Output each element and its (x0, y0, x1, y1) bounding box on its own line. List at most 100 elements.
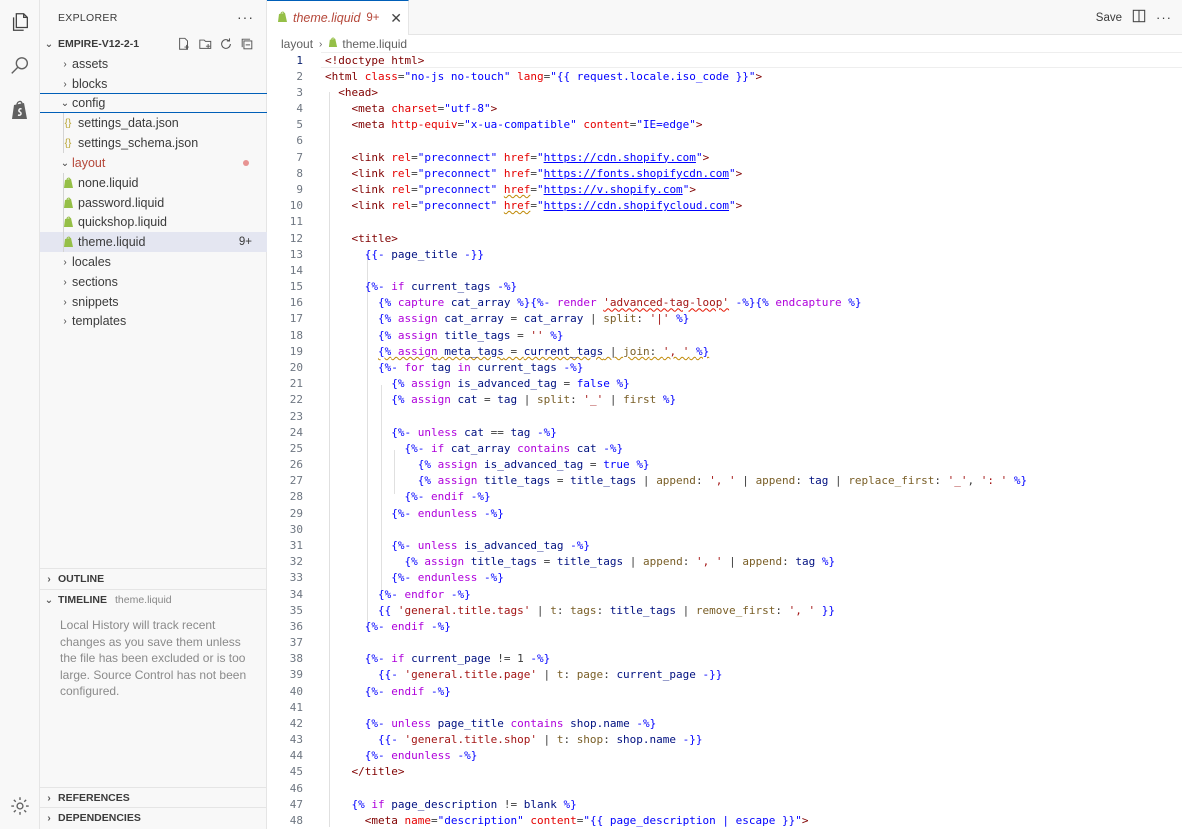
tree-file-settings-data[interactable]: {} settings_data.json (40, 113, 267, 133)
code-line-7[interactable]: 7 <link rel="preconnect" href="https://c… (267, 149, 1182, 165)
chevron-right-icon: › (63, 315, 67, 327)
code-line-4[interactable]: 4 <meta charset="utf-8"> (267, 101, 1182, 117)
code-line-3[interactable]: 3 <head> (267, 84, 1182, 100)
explorer-more-icon[interactable]: ··· (237, 9, 254, 25)
code-line-41[interactable]: 41 (267, 699, 1182, 715)
tree-folder-blocks[interactable]: › blocks (40, 74, 267, 94)
tree-label: settings_schema.json (78, 136, 199, 150)
code-line-48[interactable]: 48 <meta name="description" content="{{ … (267, 813, 1182, 829)
tree-file-theme-liquid[interactable]: theme.liquid 9+ (40, 232, 267, 252)
dependencies-section-header[interactable]: › DEPENDENCIES (40, 808, 267, 828)
chevron-right-icon: › (63, 276, 67, 288)
tree-label: password.liquid (78, 196, 165, 210)
breadcrumb-file[interactable]: theme.liquid (342, 37, 407, 51)
outline-section-header[interactable]: › OUTLINE (40, 569, 267, 589)
code-line-21[interactable]: 21 {% assign is_advanced_tag = false %} (267, 376, 1182, 392)
code-line-27[interactable]: 27 {% assign title_tags = title_tags | a… (267, 473, 1182, 489)
breadcrumb: layout › theme.liquid (281, 36, 407, 52)
code-line-45[interactable]: 45 </title> (267, 764, 1182, 780)
code-line-15[interactable]: 15 {%- if current_tags -%} (267, 279, 1182, 295)
code-line-22[interactable]: 22 {% assign cat = tag | split: '_' | fi… (267, 392, 1182, 408)
tree-label: layout (72, 156, 106, 170)
code-line-18[interactable]: 18 {% assign title_tags = '' %} (267, 327, 1182, 343)
code-line-38[interactable]: 38 {%- if current_page != 1 -%} (267, 651, 1182, 667)
code-line-5[interactable]: 5 <meta http-equiv="x-ua-compatible" con… (267, 117, 1182, 133)
code-line-13[interactable]: 13 {{- page_title -}} (267, 246, 1182, 262)
code-line-42[interactable]: 42 {%- unless page_title contains shop.n… (267, 715, 1182, 731)
search-icon[interactable] (8, 54, 32, 78)
code-line-9[interactable]: 9 <link rel="preconnect" href="https://v… (267, 181, 1182, 197)
tree-folder-config[interactable]: ⌄ config (40, 93, 267, 113)
code-line-24[interactable]: 24 {%- unless cat == tag -%} (267, 424, 1182, 440)
tree-label: templates (72, 314, 127, 328)
code-line-1[interactable]: 1 <!doctype html> (267, 52, 1182, 68)
code-line-46[interactable]: 46 (267, 780, 1182, 796)
close-icon[interactable]: ✕ (390, 10, 402, 27)
new-folder-icon[interactable] (197, 36, 213, 52)
code-line-12[interactable]: 12 <title> (267, 230, 1182, 246)
code-line-30[interactable]: 30 (267, 521, 1182, 537)
chevron-down-icon: ⌄ (60, 157, 70, 169)
project-section-header[interactable]: ⌄ EMPIRE-V12-2-1 (40, 34, 267, 54)
code-line-33[interactable]: 33 {%- endunless -%} (267, 570, 1182, 586)
code-line-8[interactable]: 8 <link rel="preconnect" href="https://f… (267, 165, 1182, 181)
code-line-10[interactable]: 10 <link rel="preconnect" href="https://… (267, 198, 1182, 214)
code-editor[interactable]: 1 <!doctype html> 2 <html class="no-js no-… (267, 52, 1182, 829)
code-line-6[interactable]: 6 (267, 133, 1182, 149)
collapse-all-icon[interactable] (239, 36, 255, 52)
tree-file-settings-schema[interactable]: {} settings_schema.json (40, 133, 267, 153)
tree-folder-templates[interactable]: › templates (40, 311, 267, 331)
code-line-26[interactable]: 26 {% assign is_advanced_tag = true %} (267, 457, 1182, 473)
chevron-right-icon: › (63, 256, 67, 268)
editor-more-icon[interactable]: ··· (1156, 10, 1172, 25)
timeline-section-header[interactable]: ⌄ TIMELINE theme.liquid (40, 590, 267, 610)
code-line-39[interactable]: 39 {{- 'general.title.page' | t: page: c… (267, 667, 1182, 683)
tree-folder-snippets[interactable]: › snippets (40, 292, 267, 312)
tree-label: locales (72, 255, 111, 269)
code-line-31[interactable]: 31 {%- unless is_advanced_tag -%} (267, 537, 1182, 553)
tree-folder-layout[interactable]: ⌄ layout (40, 153, 267, 173)
code-line-17[interactable]: 17 {% assign cat_array = cat_array | spl… (267, 311, 1182, 327)
shopify-liquid-file-icon (328, 37, 338, 51)
code-line-23[interactable]: 23 (267, 408, 1182, 424)
code-line-20[interactable]: 20 {%- for tag in current_tags -%} (267, 359, 1182, 375)
code-line-29[interactable]: 29 {%- endunless -%} (267, 505, 1182, 521)
code-line-28[interactable]: 28 {%- endif -%} (267, 489, 1182, 505)
code-line-2[interactable]: 2 <html class="no-js no-touch" lang="{{ r… (267, 68, 1182, 84)
code-line-44[interactable]: 44 {%- endunless -%} (267, 748, 1182, 764)
code-line-25[interactable]: 25 {%- if cat_array contains cat -%} (267, 440, 1182, 456)
code-line-43[interactable]: 43 {{- 'general.title.shop' | t: shop: s… (267, 732, 1182, 748)
tree-file-password-liquid[interactable]: password.liquid (40, 193, 267, 213)
code-line-19[interactable]: 19 {% assign meta_tags = current_tags | … (267, 343, 1182, 359)
code-line-37[interactable]: 37 (267, 635, 1182, 651)
code-line-36[interactable]: 36 {%- endif -%} (267, 618, 1182, 634)
code-line-35[interactable]: 35 {{ 'general.title.tags' | t: tags: ti… (267, 602, 1182, 618)
tree-file-none-liquid[interactable]: none.liquid (40, 173, 267, 193)
code-line-34[interactable]: 34 {%- endfor -%} (267, 586, 1182, 602)
code-line-32[interactable]: 32 {% assign title_tags = title_tags | a… (267, 554, 1182, 570)
settings-gear-icon[interactable] (8, 794, 32, 818)
tab-theme-liquid[interactable]: theme.liquid 9+ ✕ (267, 0, 409, 35)
save-button[interactable]: Save (1096, 12, 1122, 24)
code-line-16[interactable]: 16 {% capture cat_array %}{%- render 'ad… (267, 295, 1182, 311)
chevron-right-icon: › (63, 296, 67, 308)
split-editor-icon[interactable] (1132, 9, 1146, 26)
code-line-47[interactable]: 47 {% if page_description != blank %} (267, 796, 1182, 812)
code-line-14[interactable]: 14 (267, 262, 1182, 278)
tree-folder-sections[interactable]: › sections (40, 272, 267, 292)
code-line-11[interactable]: 11 (267, 214, 1182, 230)
refresh-icon[interactable] (218, 36, 234, 52)
references-section-header[interactable]: › REFERENCES (40, 788, 267, 808)
tab-label: theme.liquid (293, 11, 361, 25)
breadcrumb-folder[interactable]: layout (281, 37, 313, 51)
new-file-icon[interactable] (176, 36, 192, 52)
tree-folder-locales[interactable]: › locales (40, 252, 267, 272)
activity-bar (0, 0, 40, 829)
explorer-icon[interactable] (8, 10, 32, 34)
tree-label: none.liquid (78, 176, 139, 190)
chevron-down-icon: ⌄ (60, 97, 70, 109)
tree-folder-assets[interactable]: › assets (40, 54, 267, 74)
code-line-40[interactable]: 40 {%- endif -%} (267, 683, 1182, 699)
tree-file-quickshop-liquid[interactable]: quickshop.liquid (40, 212, 267, 232)
shopify-icon[interactable] (8, 98, 32, 122)
